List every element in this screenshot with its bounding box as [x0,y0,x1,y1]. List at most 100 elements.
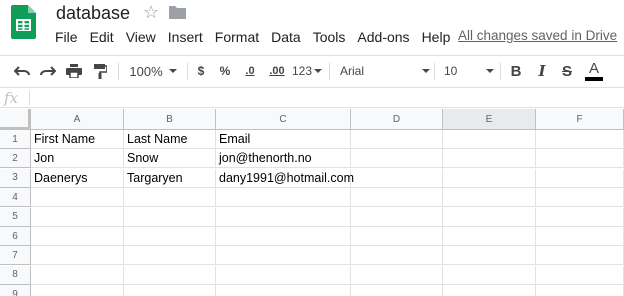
row-header[interactable]: 1 [0,130,31,149]
cell-c9[interactable] [216,285,351,296]
italic-button[interactable]: I [533,56,551,86]
menu-format[interactable]: Format [209,27,265,47]
column-header-c[interactable]: C [216,109,351,130]
cell-a9[interactable] [31,285,124,296]
increase-decimal-button[interactable]: .00 [266,56,288,86]
undo-button[interactable] [12,56,32,86]
row-header[interactable]: 5 [0,207,31,227]
cell-d2[interactable] [351,149,443,169]
cell-a7[interactable] [31,246,124,266]
cell-e6[interactable] [443,227,536,246]
star-icon[interactable]: ☆ [143,2,159,22]
cell-f8[interactable] [536,265,624,285]
row-header[interactable]: 2 [0,149,31,169]
cell-c8[interactable] [216,265,351,285]
menu-add-ons[interactable]: Add-ons [351,27,415,47]
cell-e1[interactable] [443,130,536,149]
column-header-b[interactable]: B [124,109,216,130]
font-family-select[interactable]: Arial [340,56,430,86]
cell-b7[interactable] [124,246,216,266]
print-button[interactable] [64,56,84,86]
save-status-link[interactable]: All changes saved in Drive [458,28,617,43]
cell-f2[interactable] [536,149,624,169]
cell-c1[interactable]: Email [216,130,351,149]
menu-view[interactable]: View [120,27,162,47]
formula-input[interactable] [32,88,622,107]
cell-a3[interactable]: Daenerys [31,168,124,188]
cell-c4[interactable] [216,188,351,208]
row-header[interactable]: 7 [0,246,31,266]
row-header[interactable]: 3 [0,168,31,188]
folder-icon[interactable] [169,5,186,19]
cell-c6[interactable] [216,227,351,246]
font-size-select[interactable]: 10 [444,56,494,86]
menu-data[interactable]: Data [265,27,307,47]
cell-b2[interactable]: Snow [124,149,216,169]
text-color-button[interactable]: A [583,56,605,86]
cell-e9[interactable] [443,285,536,296]
cell-e2[interactable] [443,149,536,169]
sheets-logo-icon[interactable] [11,5,36,39]
row-header[interactable]: 4 [0,188,31,208]
menu-help[interactable]: Help [416,27,457,47]
cell-e5[interactable] [443,207,536,227]
cell-c2[interactable]: jon@thenorth.no [216,149,351,169]
decrease-decimal-button[interactable]: .0 [240,56,260,86]
cell-a8[interactable] [31,265,124,285]
paint-format-button[interactable] [90,56,110,86]
cell-c3[interactable]: dany1991@hotmail.com [216,168,354,188]
cell-a4[interactable] [31,188,124,208]
cell-d5[interactable] [351,207,443,227]
document-title[interactable]: database [56,3,130,24]
cell-a6[interactable] [31,227,124,246]
cell-b6[interactable] [124,227,216,246]
column-header-e[interactable]: E [443,109,536,130]
cell-b3[interactable]: Targaryen [124,168,216,188]
cell-d7[interactable] [351,246,443,266]
cell-b5[interactable] [124,207,216,227]
row-header[interactable]: 9 [0,285,31,296]
select-all-corner[interactable] [0,109,31,130]
cell-d8[interactable] [351,265,443,285]
cell-d1[interactable] [351,130,443,149]
bold-button[interactable]: B [507,56,525,86]
cell-c5[interactable] [216,207,351,227]
cell-d9[interactable] [351,285,443,296]
more-formats-button[interactable]: 123 [292,56,323,86]
cell-a5[interactable] [31,207,124,227]
menu-edit[interactable]: Edit [84,27,120,47]
cell-f4[interactable] [536,188,624,208]
cell-b4[interactable] [124,188,216,208]
cell-e7[interactable] [443,246,536,266]
zoom-select[interactable]: 100% [126,56,180,86]
percent-format-button[interactable]: % [217,56,233,86]
cell-e8[interactable] [443,265,536,285]
menu-tools[interactable]: Tools [307,27,352,47]
menu-file[interactable]: File [49,27,84,47]
row-header[interactable]: 6 [0,227,31,246]
cell-d6[interactable] [351,227,443,246]
strikethrough-button[interactable]: S [558,56,576,86]
cell-b9[interactable] [124,285,216,296]
cell-e4[interactable] [443,188,536,208]
redo-button[interactable] [38,56,58,86]
cell-f3[interactable] [536,168,624,188]
row-header[interactable]: 8 [0,265,31,285]
cell-d3[interactable] [351,168,443,188]
column-header-d[interactable]: D [351,109,443,130]
cell-c7[interactable] [216,246,351,266]
cell-d4[interactable] [351,188,443,208]
currency-format-button[interactable]: $ [193,56,209,86]
cell-b1[interactable]: Last Name [124,130,216,149]
cell-a1[interactable]: First Name [31,130,124,149]
cell-f6[interactable] [536,227,624,246]
cell-f7[interactable] [536,246,624,266]
column-header-a[interactable]: A [31,109,124,130]
column-header-f[interactable]: F [536,109,624,130]
cell-f5[interactable] [536,207,624,227]
cell-f1[interactable] [536,130,624,149]
menu-insert[interactable]: Insert [162,27,209,47]
cell-e3[interactable] [443,168,536,188]
cell-a2[interactable]: Jon [31,149,124,169]
cell-f9[interactable] [536,285,624,296]
